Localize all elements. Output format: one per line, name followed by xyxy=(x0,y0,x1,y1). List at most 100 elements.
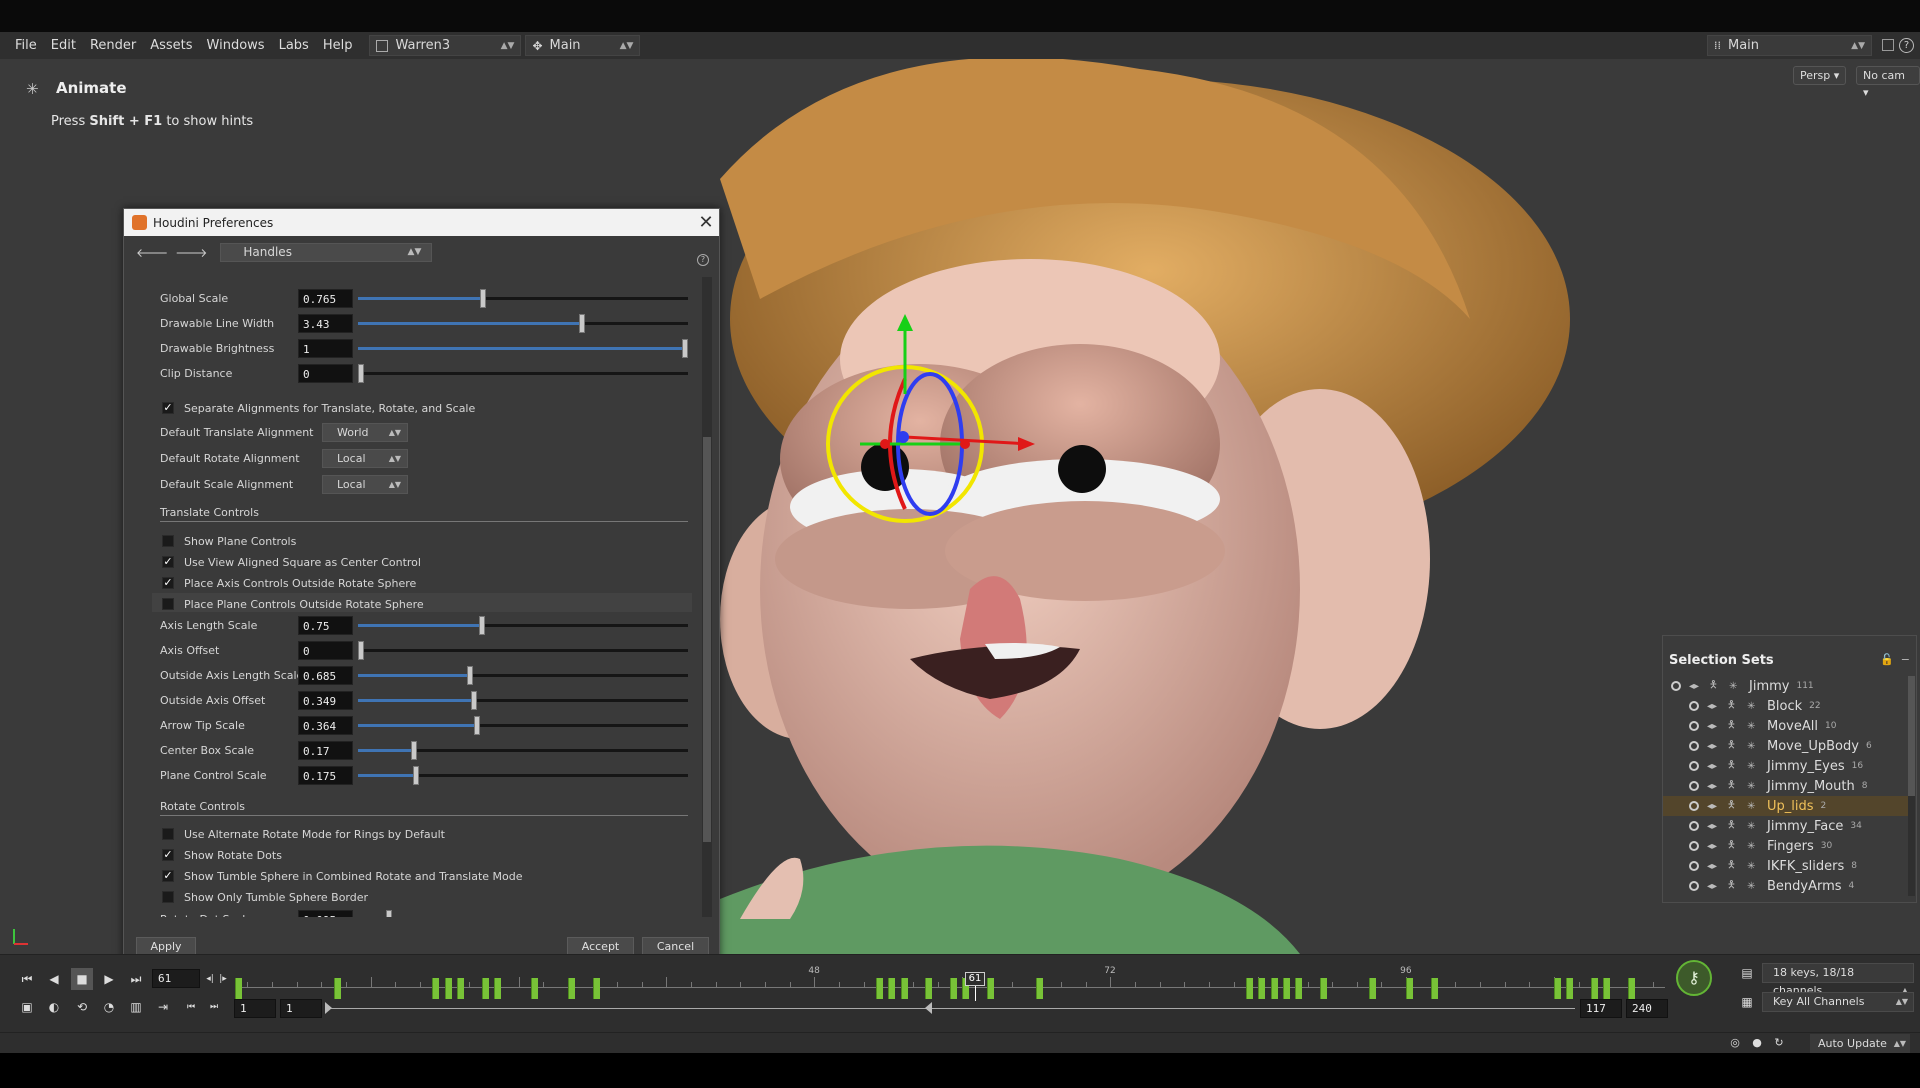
ruler-icon[interactable]: ▥ xyxy=(125,996,147,1018)
asterisk-icon[interactable]: ✳ xyxy=(1747,721,1761,732)
selection-set-item[interactable]: ◂▸ 🯅 ✳ Fingers 30 xyxy=(1663,836,1908,856)
keyframe-marker[interactable] xyxy=(1566,978,1574,999)
refresh-icon[interactable]: ↻ xyxy=(1768,1033,1790,1053)
slider-knob[interactable] xyxy=(470,691,477,710)
keyframe-marker[interactable] xyxy=(493,978,501,999)
slider-track[interactable] xyxy=(358,364,688,383)
loop-icon[interactable]: ⟲ xyxy=(71,996,93,1018)
slider-knob[interactable] xyxy=(478,616,485,635)
play-icon[interactable]: ◂▸ xyxy=(1707,881,1721,892)
keyframe-marker[interactable] xyxy=(950,978,957,999)
keyframe-marker[interactable] xyxy=(1628,978,1636,999)
menu-help[interactable]: Help xyxy=(316,38,360,53)
visibility-toggle-icon[interactable] xyxy=(1689,721,1699,731)
range-start-field[interactable]: 1 xyxy=(280,999,322,1018)
collapse-icon[interactable] xyxy=(1671,681,1681,691)
keyframe-marker[interactable] xyxy=(1282,978,1290,999)
checkbox[interactable] xyxy=(162,891,174,903)
step-icon[interactable]: ⇥ xyxy=(152,996,174,1018)
slider-value-field[interactable]: 1 xyxy=(298,338,353,358)
visibility-toggle-icon[interactable] xyxy=(1689,741,1699,751)
network-icon[interactable]: ◎ xyxy=(1724,1033,1746,1053)
checkbox[interactable] xyxy=(162,598,174,610)
slider-knob[interactable] xyxy=(682,339,688,358)
asterisk-icon[interactable]: ✳ xyxy=(1747,701,1761,712)
slider-track[interactable] xyxy=(358,716,688,735)
selection-set-item[interactable]: ◂▸ 🯅 ✳ MoveAll 10 xyxy=(1663,716,1908,736)
checkbox[interactable] xyxy=(162,828,174,840)
slider-knob[interactable] xyxy=(412,766,419,785)
menu-windows[interactable]: Windows xyxy=(200,38,272,53)
range-slider[interactable] xyxy=(325,1008,1575,1009)
slider-knob[interactable] xyxy=(358,364,364,383)
visibility-toggle-icon[interactable] xyxy=(1689,781,1699,791)
keyframe-marker[interactable] xyxy=(432,978,440,999)
keyframe-marker[interactable] xyxy=(1270,978,1278,999)
keyframe-marker[interactable] xyxy=(235,978,242,999)
forward-arrow-icon[interactable]: 🡒 xyxy=(175,245,207,260)
range-end-handle[interactable] xyxy=(925,1002,932,1014)
prev-key-icon[interactable]: ◂| xyxy=(204,968,216,990)
play-reverse-icon[interactable]: ◀ xyxy=(43,968,65,990)
checkbox[interactable] xyxy=(162,535,174,547)
key-mode-select[interactable]: Key All Channels ▲▼ xyxy=(1762,992,1914,1012)
scope-icon[interactable]: ▣ xyxy=(16,996,38,1018)
slider-knob[interactable] xyxy=(480,289,487,308)
pane-scrollbar[interactable] xyxy=(702,277,712,917)
key-options-icon[interactable]: ▦ xyxy=(1736,991,1758,1013)
chat-icon[interactable]: ● xyxy=(1746,1033,1768,1053)
slider-value-field[interactable]: 0.75 xyxy=(298,615,353,635)
keyframe-marker[interactable] xyxy=(1295,978,1303,999)
keyframe-marker[interactable] xyxy=(456,978,464,999)
play-icon[interactable]: ◂▸ xyxy=(1707,781,1721,792)
asterisk-icon[interactable]: ✳ xyxy=(1729,681,1743,692)
selection-set-item[interactable]: ◂▸ 🯅 ✳ Jimmy_Face 34 xyxy=(1663,816,1908,836)
play-icon[interactable]: ◂▸ xyxy=(1707,721,1721,732)
desktop-select[interactable]: Warren3 ▲▼ xyxy=(369,35,522,56)
slider-track[interactable] xyxy=(358,766,688,785)
view-select[interactable]: ✥ Main ▲▼ xyxy=(525,35,641,56)
visibility-toggle-icon[interactable] xyxy=(1689,841,1699,851)
keyframe-marker[interactable] xyxy=(592,978,600,999)
slider-value-field[interactable]: 0.685 xyxy=(298,665,353,685)
keyframe-marker[interactable] xyxy=(986,978,994,999)
slider-track[interactable] xyxy=(358,289,688,308)
asterisk-icon[interactable]: ✳ xyxy=(1747,741,1761,752)
channel-icon[interactable]: ▤ xyxy=(1736,962,1758,984)
play-icon[interactable]: ▶ xyxy=(98,968,120,990)
selection-set-item[interactable]: ◂▸ 🯅 ✳ Block 22 xyxy=(1663,696,1908,716)
slider-value-field[interactable]: 0.17 xyxy=(298,740,353,760)
menu-labs[interactable]: Labs xyxy=(272,38,316,53)
stop-icon[interactable]: ■ xyxy=(71,968,93,990)
keyframe-marker[interactable] xyxy=(567,978,575,999)
update-mode-select[interactable]: Auto Update ▲▼ xyxy=(1810,1034,1910,1053)
keyframe-marker[interactable] xyxy=(1319,978,1327,999)
slider-value-field[interactable]: 0.765 xyxy=(298,288,353,308)
keys-status[interactable]: 18 keys, 18/18 channels ▲ xyxy=(1762,963,1914,997)
keyframe-marker[interactable] xyxy=(1245,978,1253,999)
menu-file[interactable]: File xyxy=(8,38,44,53)
slider-knob[interactable] xyxy=(411,741,418,760)
keyframe-marker[interactable] xyxy=(1258,978,1266,999)
checkbox[interactable]: ✓ xyxy=(162,556,174,568)
slider-track[interactable] xyxy=(358,641,688,660)
checkbox[interactable]: ✓ xyxy=(162,870,174,882)
selection-set-item[interactable]: ◂▸ 🯅 ✳ BendyArms 4 xyxy=(1663,876,1908,896)
slider-track[interactable] xyxy=(358,741,688,760)
menu-assets[interactable]: Assets xyxy=(143,38,199,53)
slider-value-field[interactable]: 3.43 xyxy=(298,313,353,333)
visibility-toggle-icon[interactable] xyxy=(1689,801,1699,811)
checkbox[interactable]: ✓ xyxy=(162,577,174,589)
slider-track[interactable] xyxy=(358,616,688,635)
visibility-toggle-icon[interactable] xyxy=(1689,701,1699,711)
selection-set-item[interactable]: ◂▸ 🯅 ✳ IKFK_sliders 8 xyxy=(1663,856,1908,876)
slider-track[interactable] xyxy=(358,314,688,333)
asterisk-icon[interactable]: ✳ xyxy=(1747,801,1761,812)
slider-track[interactable] xyxy=(358,339,688,358)
realtime-icon[interactable]: ◔ xyxy=(98,996,120,1018)
close-icon[interactable]: ✕ xyxy=(693,212,719,233)
selection-set-item[interactable]: ◂▸ 🯅 ✳ Move_UpBody 6 xyxy=(1663,736,1908,756)
collapse-icon[interactable]: − xyxy=(1901,653,1910,666)
slider-value-field[interactable]: 0.349 xyxy=(298,690,353,710)
play-icon[interactable]: ◂▸ xyxy=(1707,741,1721,752)
